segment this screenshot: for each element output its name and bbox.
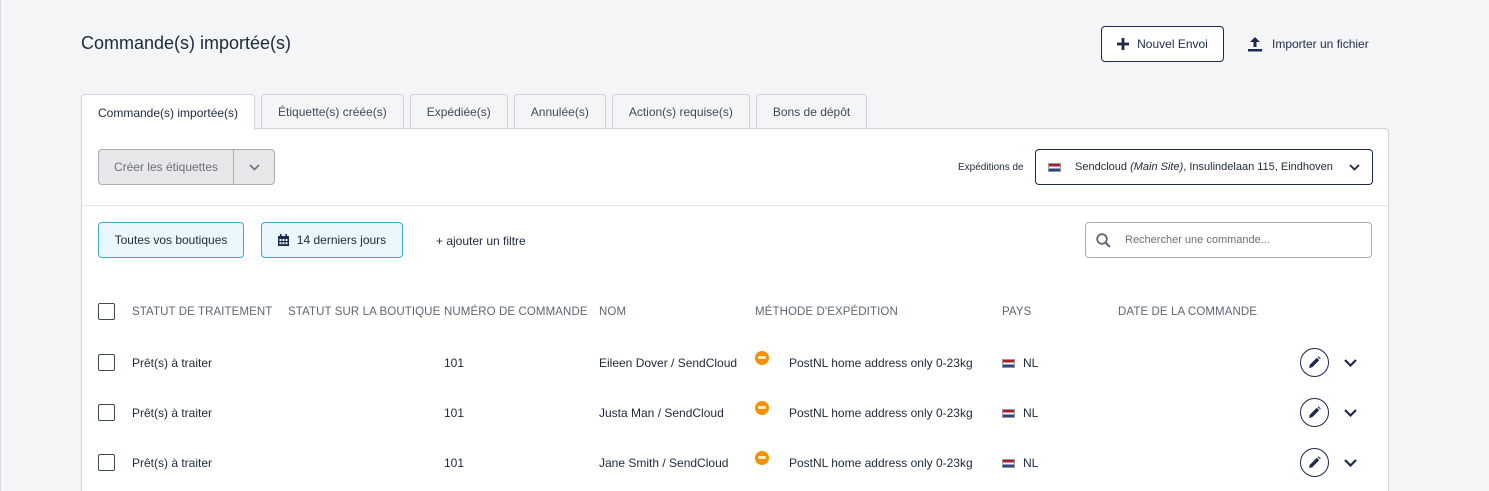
row-name: Jane Smith / SendCloud [599,456,729,470]
expand-row-button[interactable] [1340,405,1360,421]
shops-filter-chip[interactable]: Toutes vos boutiques [98,222,244,258]
column-header-order-number[interactable]: NUMÉRO DE COMMANDE [444,286,588,338]
expand-row-button[interactable] [1340,355,1360,371]
netherlands-flag-icon [1002,358,1015,368]
row-shipping-method: PostNL home address only 0-23kg [755,388,973,438]
page: Commande(s) importée(s) Nouvel Envoi Imp… [0,0,1489,491]
row-order-number: 101 [444,456,465,470]
column-header-country[interactable]: PAYS [1002,286,1031,338]
page-title: Commande(s) importée(s) [81,33,292,53]
order-search-box [1085,222,1372,258]
ship-from-value: Sendcloud (Main Site), Insulindelaan 115… [1075,161,1335,173]
row-status: Prêt(s) à traiter [132,356,213,370]
new-shipment-button[interactable]: Nouvel Envoi [1101,26,1224,62]
row-country: NL [1002,338,1038,388]
row-status: Prêt(s) à traiter [132,456,213,470]
shops-filter-label: Toutes vos boutiques [114,233,228,247]
row-country: NL [1002,388,1038,438]
upload-icon [1248,36,1262,51]
row-order-number: 101 [444,356,465,370]
import-file-button[interactable]: Importer un fichier [1247,26,1369,62]
pencil-icon [1309,456,1321,468]
bulk-toolbar: Créer les étiquettes Expéditions de Send… [82,129,1388,206]
select-all-checkbox[interactable] [98,303,115,320]
column-header-shop-status[interactable]: STATUT SUR LA BOUTIQUE [288,286,440,338]
ship-from-select[interactable]: Sendcloud (Main Site), Insulindelaan 115… [1035,149,1373,185]
chevron-down-icon [1349,163,1360,171]
table-row: Prêt(s) à traiter 101 Justa Man / SendCl… [82,388,1388,438]
column-header-shipping-method[interactable]: MÉTHODE D'EXPÉDITION [755,286,898,338]
row-checkbox[interactable] [98,404,115,421]
row-status: Prêt(s) à traiter [132,406,213,420]
tab-imported-orders[interactable]: Commande(s) importée(s) [81,94,256,130]
netherlands-flag-icon [1002,408,1015,418]
create-labels-button[interactable]: Créer les étiquettes [99,150,234,184]
tab-action-required[interactable]: Action(s) requise(s) [611,94,750,129]
chevron-down-icon [1343,459,1357,467]
row-name: Justa Man / SendCloud [599,406,724,420]
row-country-code: NL [1023,356,1039,370]
row-checkbox[interactable] [98,454,115,471]
edit-order-button[interactable] [1300,348,1329,377]
column-header-order-date[interactable]: DATE DE LA COMMANDE [1118,286,1257,338]
postnl-icon [755,351,769,365]
row-shipping-method-label: PostNL home address only 0-23kg [789,356,973,370]
edit-order-button[interactable] [1300,398,1329,427]
pencil-icon [1309,406,1321,418]
ship-from-address: , Insulindelaan 115, Eindhoven [1183,161,1333,173]
search-icon [1096,232,1111,248]
date-range-label: 14 derniers jours [296,233,387,247]
table-row: Prêt(s) à traiter 101 Jane Smith / SendC… [82,438,1388,488]
column-header-status[interactable]: STATUT DE TRAITEMENT [132,286,272,338]
row-shipping-method-label: PostNL home address only 0-23kg [789,406,973,420]
row-country-code: NL [1023,406,1039,420]
import-file-label: Importer un fichier [1272,37,1369,51]
row-name: Eileen Dover / SendCloud [599,356,738,370]
tab-label: Annulée(s) [530,105,589,119]
ship-from-label: Expéditions de [958,162,1024,173]
tab-label: Expédiée(s) [426,105,491,119]
chevron-down-icon [248,163,260,171]
row-order-number: 101 [444,406,465,420]
row-shipping-method-label: PostNL home address only 0-23kg [789,456,973,470]
filter-bar: Toutes vos boutiques 14 derniers jours +… [82,206,1388,286]
ship-from-site: (Main Site) [1130,161,1184,173]
order-search-input[interactable] [1125,234,1361,246]
ship-from-name: Sendcloud [1075,161,1127,173]
row-shipping-method: PostNL home address only 0-23kg [755,438,973,488]
expand-row-button[interactable] [1340,455,1360,471]
tab-label: Action(s) requise(s) [628,105,733,119]
tab-bar: Commande(s) importée(s) Étiquette(s) cré… [81,94,868,130]
table-row: Prêt(s) à traiter 101 Eileen Dover / Sen… [82,338,1388,388]
netherlands-flag-icon [1002,458,1015,468]
tab-label: Étiquette(s) créée(s) [278,105,387,119]
row-checkbox[interactable] [98,354,115,371]
table-header: STATUT DE TRAITEMENT STATUT SUR LA BOUTI… [82,286,1388,338]
add-filter-link[interactable]: + ajouter un filtre [436,234,526,248]
pencil-icon [1309,356,1321,368]
column-header-name[interactable]: NOM [599,286,626,338]
row-shipping-method: PostNL home address only 0-23kg [755,338,973,388]
row-country-code: NL [1023,456,1039,470]
chevron-down-icon [1343,359,1357,367]
orders-panel: Créer les étiquettes Expéditions de Send… [81,128,1389,491]
create-labels-split-button: Créer les étiquettes [98,149,275,185]
netherlands-flag-icon [1048,162,1061,172]
calendar-icon [277,234,289,246]
edit-order-button[interactable] [1300,448,1329,477]
date-range-filter-chip[interactable]: 14 derniers jours [261,222,403,258]
create-labels-dropdown-toggle[interactable] [234,150,274,184]
tab-labels-created[interactable]: Étiquette(s) créée(s) [261,94,404,129]
row-country: NL [1002,438,1038,488]
postnl-icon [755,401,769,415]
tab-cancelled[interactable]: Annulée(s) [513,94,606,129]
plus-icon [1117,38,1130,50]
postnl-icon [755,451,769,465]
tab-drop-off-vouchers[interactable]: Bons de dépôt [755,94,868,129]
new-shipment-label: Nouvel Envoi [1137,37,1208,51]
tab-label: Commande(s) importée(s) [98,105,239,120]
tab-label: Bons de dépôt [772,105,851,119]
chevron-down-icon [1343,409,1357,417]
tab-shipped[interactable]: Expédiée(s) [409,94,508,129]
